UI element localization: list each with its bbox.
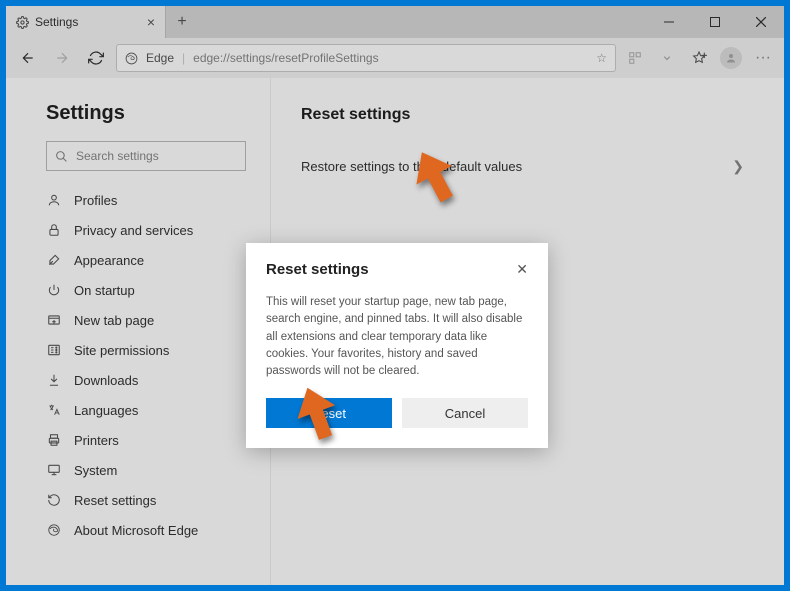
dialog-body: This will reset your startup page, new t…	[266, 294, 528, 380]
dialog-title: Reset settings	[266, 261, 369, 278]
cancel-button[interactable]: Cancel	[402, 398, 528, 428]
annotation-arrow	[292, 384, 342, 444]
annotation-arrow	[410, 147, 460, 207]
dialog-close-icon[interactable]: ✕	[516, 261, 528, 278]
